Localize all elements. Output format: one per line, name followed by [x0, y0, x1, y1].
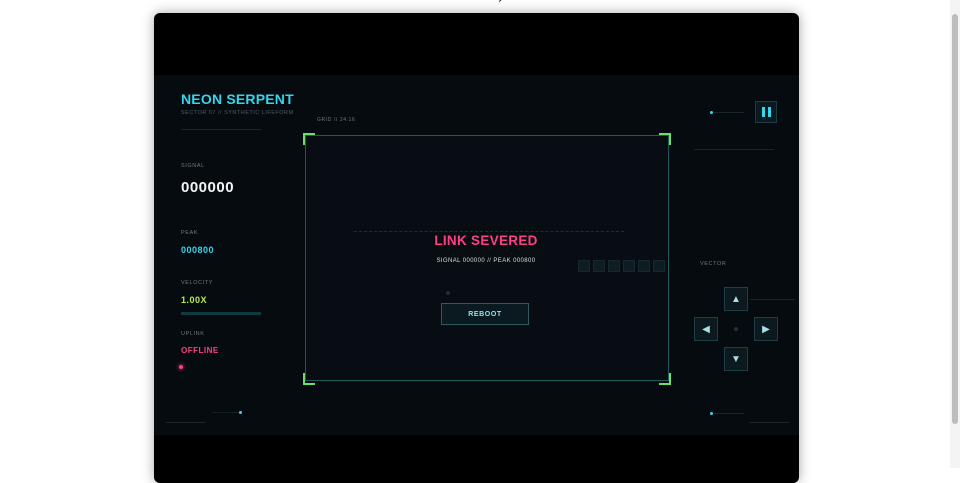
bottom-right-accent-line	[749, 422, 789, 423]
velocity-label: VELOCITY	[181, 280, 214, 286]
game-hud: NEON SERPENT SECTOR 07 // SYNTHETIC LIFE…	[154, 75, 799, 435]
game-over-title: LINK SEVERED	[434, 233, 538, 248]
dpad-right-button[interactable]: ▶	[754, 317, 778, 341]
pause-icon	[761, 107, 765, 117]
arena-corner-bottom-right	[659, 373, 671, 385]
arena-corner-top-left	[303, 133, 315, 145]
dpad-left-button[interactable]: ◀	[694, 317, 718, 341]
signal-value: 000000	[181, 179, 235, 196]
bottom-left-dot	[239, 411, 242, 414]
dpad-center-dot	[734, 327, 738, 331]
velocity-bar	[181, 312, 261, 315]
top-right-line	[714, 112, 744, 113]
bottom-left-accent-line	[212, 412, 242, 413]
dpad-rail	[750, 299, 795, 300]
page-top-glyph	[494, 0, 502, 2]
game-over-summary: SIGNAL 000000 // PEAK 000800	[436, 258, 536, 264]
vector-label: VECTOR	[700, 261, 727, 267]
dpad-up-button[interactable]: ▲	[724, 287, 748, 311]
velocity-value: 1.00X	[181, 295, 208, 305]
bottom-right-dot	[710, 412, 713, 415]
grid-size-label: GRID // 24:16	[317, 117, 356, 123]
scrollbar-thumb[interactable]	[952, 14, 958, 424]
page-scrollbar[interactable]	[950, 0, 960, 468]
dpad-down-button[interactable]: ▼	[724, 347, 748, 371]
top-right-dot	[710, 111, 713, 114]
reboot-button[interactable]: REBOOT	[441, 303, 529, 325]
game-window: NEON SERPENT SECTOR 07 // SYNTHETIC LIFE…	[154, 13, 799, 483]
uplink-indicator-dot	[179, 365, 183, 369]
pause-icon-bar	[767, 107, 771, 117]
game-subtitle: SECTOR 07 // SYNTHETIC LIFEFORM	[181, 110, 294, 116]
food-pellet	[446, 291, 450, 295]
uplink-label: UPLINK	[181, 331, 205, 337]
bottom-left-line	[166, 422, 206, 423]
uplink-status: OFFLINE	[181, 346, 219, 355]
pause-button[interactable]	[755, 101, 777, 123]
right-divider	[694, 149, 774, 150]
signal-label: SIGNAL	[181, 163, 205, 169]
bottom-right-line	[714, 413, 744, 414]
game-title: NEON SERPENT	[181, 91, 294, 107]
arena-corner-top-right	[659, 133, 671, 145]
peak-label: PEAK	[181, 230, 199, 236]
arena-corner-bottom-left	[303, 373, 315, 385]
title-divider	[181, 129, 261, 130]
peak-value: 000800	[181, 245, 215, 255]
